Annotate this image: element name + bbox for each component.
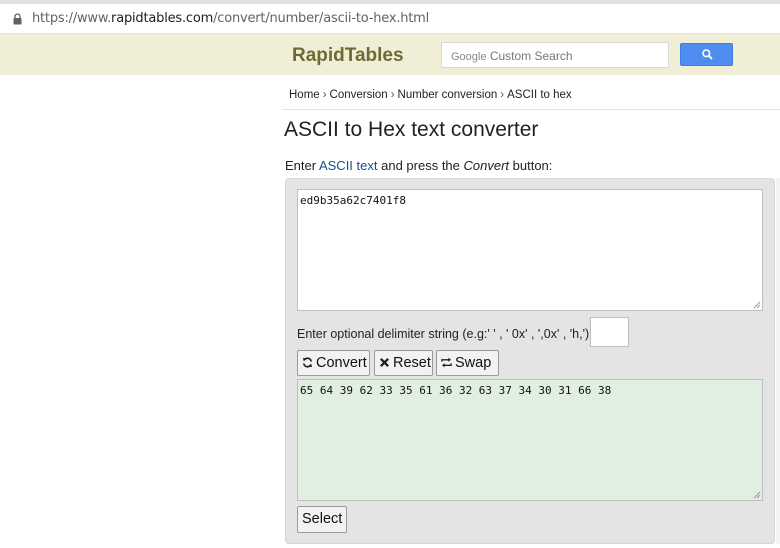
- swap-label: Swap: [455, 355, 492, 371]
- url-text[interactable]: https://www.rapidtables.com/convert/numb…: [32, 11, 429, 26]
- site-header: RapidTables Google Custom Search: [0, 34, 780, 75]
- hex-output-value: 65 64 39 62 33 35 61 36 32 63 37 34 30 3…: [300, 384, 612, 397]
- select-button[interactable]: Select: [297, 506, 347, 533]
- resize-handle-icon[interactable]: [753, 491, 761, 499]
- lock-icon: [13, 13, 22, 25]
- page-scrollbar[interactable]: [776, 178, 780, 544]
- breadcrumb-divider: [282, 109, 780, 110]
- url-scheme: https://www.: [32, 11, 112, 26]
- refresh-icon: [302, 357, 313, 368]
- convert-button[interactable]: Convert: [297, 350, 370, 376]
- url-host: rapidtables.com: [111, 11, 214, 26]
- ascii-input-textarea[interactable]: ed9b35a62c7401f8: [297, 189, 763, 311]
- search-placeholder: Custom Search: [489, 49, 573, 63]
- intro-prefix: Enter: [285, 158, 319, 173]
- intro-suffix: button:: [509, 158, 553, 173]
- page-title: ASCII to Hex text converter: [284, 118, 539, 141]
- search-button[interactable]: [680, 43, 733, 66]
- ascii-text-link[interactable]: ASCII text: [319, 158, 378, 173]
- resize-handle-icon[interactable]: [753, 301, 761, 309]
- breadcrumb-conversion[interactable]: Conversion: [330, 89, 388, 101]
- hex-output-textarea[interactable]: 65 64 39 62 33 35 61 36 32 63 37 34 30 3…: [297, 379, 763, 501]
- url-path: /convert/number/ascii-to-hex.html: [213, 11, 430, 26]
- intro-text: Enter ASCII text and press the Convert b…: [285, 158, 552, 173]
- search-input[interactable]: Google Custom Search: [441, 42, 669, 68]
- swap-icon: [441, 357, 452, 368]
- intro-emph: Convert: [463, 158, 510, 173]
- reset-button[interactable]: Reset: [374, 350, 433, 376]
- swap-button[interactable]: Swap: [436, 350, 499, 376]
- ascii-input-value: ed9b35a62c7401f8: [300, 194, 406, 207]
- browser-address-bar[interactable]: https://www.rapidtables.com/convert/numb…: [0, 0, 780, 34]
- breadcrumb-home[interactable]: Home: [289, 89, 320, 101]
- site-logo[interactable]: RapidTables: [292, 45, 404, 67]
- breadcrumb-number-conversion[interactable]: Number conversion: [398, 89, 498, 101]
- breadcrumb-current: ASCII to hex: [507, 89, 572, 101]
- reset-label: Reset: [393, 355, 431, 371]
- breadcrumb: Home › Conversion › Number conversion › ASCII …: [289, 89, 572, 101]
- close-icon: [379, 357, 390, 368]
- convert-label: Convert: [316, 355, 367, 371]
- search-google-label: Google: [451, 51, 487, 63]
- search-icon: [702, 49, 713, 60]
- delimiter-input[interactable]: [590, 317, 629, 347]
- delimiter-label: Enter optional delimiter string (e.g:' '…: [297, 327, 593, 341]
- intro-middle: and press the: [377, 158, 464, 173]
